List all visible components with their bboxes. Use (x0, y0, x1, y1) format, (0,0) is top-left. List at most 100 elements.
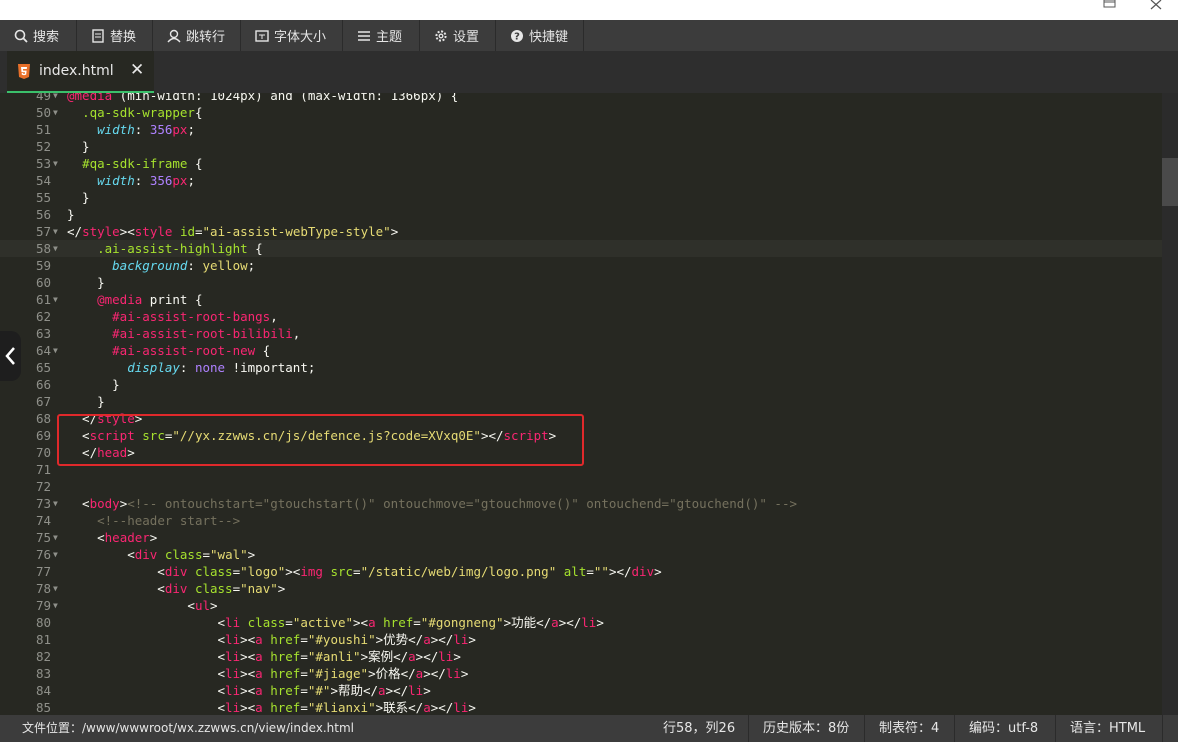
line-number: 85 (35, 700, 51, 715)
code-line[interactable]: 63 #ai-assist-root-bilibili, (0, 325, 1162, 342)
goto-line-label: 跳转行 (186, 30, 226, 45)
goto-line-button[interactable]: 跳转行 (153, 20, 241, 51)
code-token: li (445, 666, 461, 681)
code-line[interactable]: 84 <li><a href="#">帮助</a></li> (0, 682, 1162, 699)
code-line[interactable]: 74 <!--header start--> (0, 512, 1162, 529)
restore-window-button[interactable] (1090, 0, 1130, 20)
history-versions[interactable]: 历史版本：8份 (763, 715, 849, 742)
fold-arrow-icon[interactable]: ▼ (53, 155, 58, 172)
html5-icon (18, 64, 30, 79)
code-token: < (67, 530, 105, 545)
status-divider (954, 715, 955, 742)
code-line[interactable]: 78 ▼ <div class="nav"> (0, 580, 1162, 597)
code-token: #ai-assist-root-bilibili (112, 326, 293, 341)
language-mode[interactable]: 语言：HTML (1070, 715, 1145, 742)
line-number: 56 (35, 207, 51, 222)
code-token: style (82, 224, 120, 239)
code-token: a (368, 615, 376, 630)
code-token: , (292, 326, 301, 341)
code-line[interactable]: 81 <li><a href="#youshi">优势</a></li> (0, 631, 1162, 648)
code-line[interactable]: 61 ▼ @media print { (0, 291, 1162, 308)
cursor-position: 行58，列26 (663, 721, 736, 736)
code-token: ></ (415, 649, 439, 664)
code-text: #qa-sdk-iframe { (67, 155, 202, 172)
file-tab-index-html[interactable]: index.html ✕ (7, 51, 154, 93)
code-line[interactable]: 67 } (0, 393, 1162, 410)
scrollbar-thumb[interactable] (1162, 158, 1178, 206)
fold-arrow-icon[interactable]: ▼ (53, 529, 58, 546)
code-line[interactable]: 50 ▼ .qa-sdk-wrapper{ (0, 104, 1162, 121)
code-token: img (300, 564, 323, 579)
font-size-button[interactable]: 字体大小 (241, 20, 343, 51)
fold-arrow-icon[interactable]: ▼ (53, 223, 58, 240)
sidebar-toggle-button[interactable] (0, 331, 21, 381)
encoding[interactable]: 编码：utf-8 (969, 715, 1038, 742)
code-line[interactable]: 80 <li class="active"><a href="#gongneng… (0, 614, 1162, 631)
code-text: width: 356px; (67, 172, 195, 189)
code-line[interactable]: 53 ▼ #qa-sdk-iframe { (0, 155, 1162, 172)
code-line[interactable]: 82 <li><a href="#anli">案例</a></li> (0, 648, 1162, 665)
code-line[interactable]: 66 } (0, 376, 1162, 393)
code-line[interactable]: 76 ▼ <div class="wal"> (0, 546, 1162, 563)
code-token: = (300, 666, 308, 681)
fold-arrow-icon[interactable]: ▼ (53, 580, 58, 597)
line-number: 77 (35, 564, 51, 579)
tab-size[interactable]: 制表符：4 (879, 715, 939, 742)
code-line[interactable]: 65 display: none !important; (0, 359, 1162, 376)
code-token: li (408, 683, 424, 698)
line-number: 72 (35, 479, 51, 494)
code-line[interactable]: 83 <li><a href="#jiage">价格</a></li> (0, 665, 1162, 682)
code-line[interactable]: 60 } (0, 274, 1162, 291)
fold-arrow-icon[interactable]: ▼ (53, 93, 58, 104)
code-token: href (270, 649, 301, 664)
code-line[interactable]: 77 <div class="logo"><img src="/static/w… (0, 563, 1162, 580)
code-line[interactable]: 57 ▼ </style><style id="ai-assist-webType-… (0, 223, 1162, 240)
fold-arrow-icon[interactable]: ▼ (53, 495, 58, 512)
code-text: #ai-assist-root-new { (67, 342, 270, 359)
code-line[interactable]: 75 ▼ <header> (0, 529, 1162, 546)
code-line[interactable]: 56} (0, 206, 1162, 223)
fold-arrow-icon[interactable]: ▼ (53, 597, 58, 614)
code-line[interactable]: 58 ▼ .ai-assist-highlight { (0, 240, 1162, 257)
settings-label: 设置 (453, 30, 480, 45)
close-window-button[interactable] (1136, 0, 1176, 20)
code-line[interactable]: 49 ▼ @media (min-width: 1024px) and (max-w… (0, 93, 1162, 104)
settings-button[interactable]: 设置 (420, 20, 496, 51)
line-number: 51 (35, 122, 51, 137)
replace-button[interactable]: 替换 (77, 20, 153, 51)
theme-button[interactable]: 主题 (343, 20, 420, 51)
shortcuts-button[interactable]: ? 快捷键 (496, 20, 584, 51)
code-line[interactable]: 85 <li><a href="#lianxi">联系</a></li> (0, 699, 1162, 715)
code-line[interactable]: 52 } (0, 138, 1162, 155)
file-location: 文件位置：/www/wwwroot/wx.zzwws.cn/view/index… (22, 721, 354, 735)
code-line[interactable]: 55 } (0, 189, 1162, 206)
search-button[interactable]: 搜索 (0, 20, 77, 51)
fold-arrow-icon[interactable]: ▼ (53, 104, 58, 121)
code-line[interactable]: 51 width: 356px; (0, 121, 1162, 138)
close-tab-icon[interactable]: ✕ (130, 60, 144, 80)
code-token: >帮助</ (330, 683, 379, 698)
replace-label: 替换 (110, 30, 137, 45)
code-line[interactable]: 54 width: 356px; (0, 172, 1162, 189)
code-token: a (255, 666, 263, 681)
code-token: </ (67, 224, 83, 239)
code-token: < (67, 632, 226, 647)
code-line[interactable]: 59 background: yellow; (0, 257, 1162, 274)
fold-arrow-icon[interactable]: ▼ (53, 546, 58, 563)
fold-arrow-icon[interactable]: ▼ (53, 342, 58, 359)
fold-arrow-icon[interactable]: ▼ (53, 240, 58, 257)
code-line[interactable]: 79 ▼ <ul> (0, 597, 1162, 614)
code-editor[interactable]: 49 ▼ @media (min-width: 1024px) and (max-w… (0, 93, 1178, 715)
fold-arrow-icon[interactable]: ▼ (53, 291, 58, 308)
code-line[interactable]: 73 ▼ <body><!-- ontouchstart="gtouchstart… (0, 495, 1162, 512)
code-token: > (453, 649, 461, 664)
code-line[interactable]: 72 (0, 478, 1162, 495)
line-number: 58 (35, 241, 51, 256)
code-line[interactable]: 62 #ai-assist-root-bangs, (0, 308, 1162, 325)
code-token: body (89, 496, 120, 511)
code-token: = (195, 224, 203, 239)
code-token: >< (353, 615, 369, 630)
code-line[interactable]: 64 ▼ #ai-assist-root-new { (0, 342, 1162, 359)
